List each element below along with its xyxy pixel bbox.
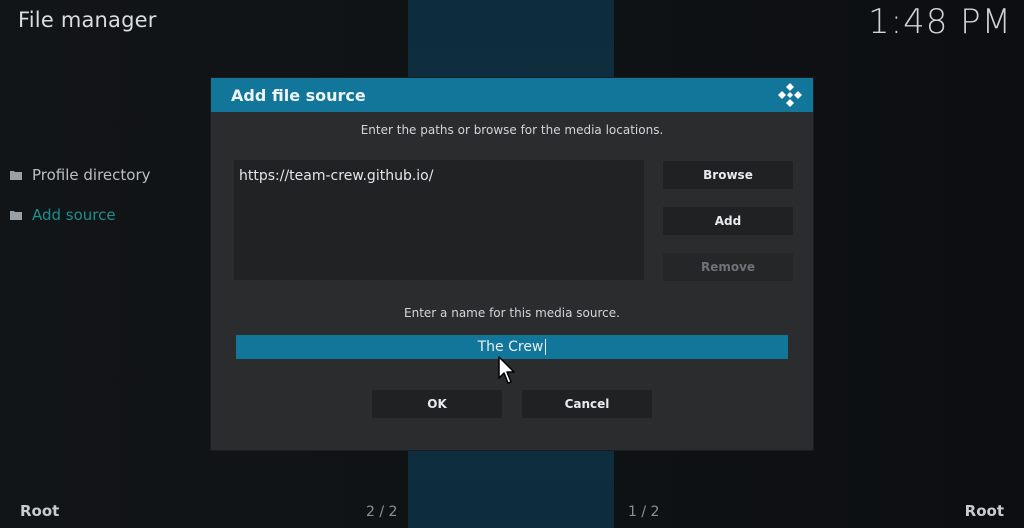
source-name-value: The Crew <box>477 339 544 355</box>
folder-icon <box>10 210 22 220</box>
sidebar-item-label: Profile directory <box>32 166 151 184</box>
footer-root-left: Root <box>20 502 60 520</box>
sidebar-item-add-source[interactable]: Add source <box>10 204 151 226</box>
footer-page-right: 1 / 2 <box>628 504 660 520</box>
app-title: File manager <box>18 8 157 32</box>
path-item[interactable]: https://team-crew.github.io/ <box>234 160 644 192</box>
text-caret <box>545 339 547 355</box>
footer-root-right: Root <box>964 502 1004 520</box>
paths-instruction: Enter the paths or browse for the media … <box>360 123 664 137</box>
footer-page-left: 2 / 2 <box>366 504 398 520</box>
dialog-title: Add file source <box>231 85 366 105</box>
add-button[interactable]: Add <box>663 207 793 235</box>
browse-button[interactable]: Browse <box>663 161 793 189</box>
sidebar-list: Profile directory Add source <box>10 164 151 244</box>
kodi-logo-icon <box>777 82 803 108</box>
sidebar-item-label: Add source <box>32 206 116 224</box>
dialog-header: Add file source <box>211 78 813 112</box>
screen: File manager 1:48 PM Profile directory A… <box>0 0 1024 528</box>
name-instruction: Enter a name for this media source. <box>404 306 620 320</box>
sidebar-item-profile-directory[interactable]: Profile directory <box>10 164 151 186</box>
ok-button[interactable]: OK <box>372 390 502 418</box>
clock: 1:48 PM <box>868 2 1012 42</box>
paths-list[interactable]: https://team-crew.github.io/ <box>234 160 644 280</box>
add-file-source-dialog: Add file source Enter the paths or brows… <box>211 78 813 450</box>
mouse-pointer-icon <box>498 356 518 386</box>
cancel-button[interactable]: Cancel <box>522 390 652 418</box>
remove-button[interactable]: Remove <box>663 253 793 281</box>
folder-icon <box>10 170 22 180</box>
